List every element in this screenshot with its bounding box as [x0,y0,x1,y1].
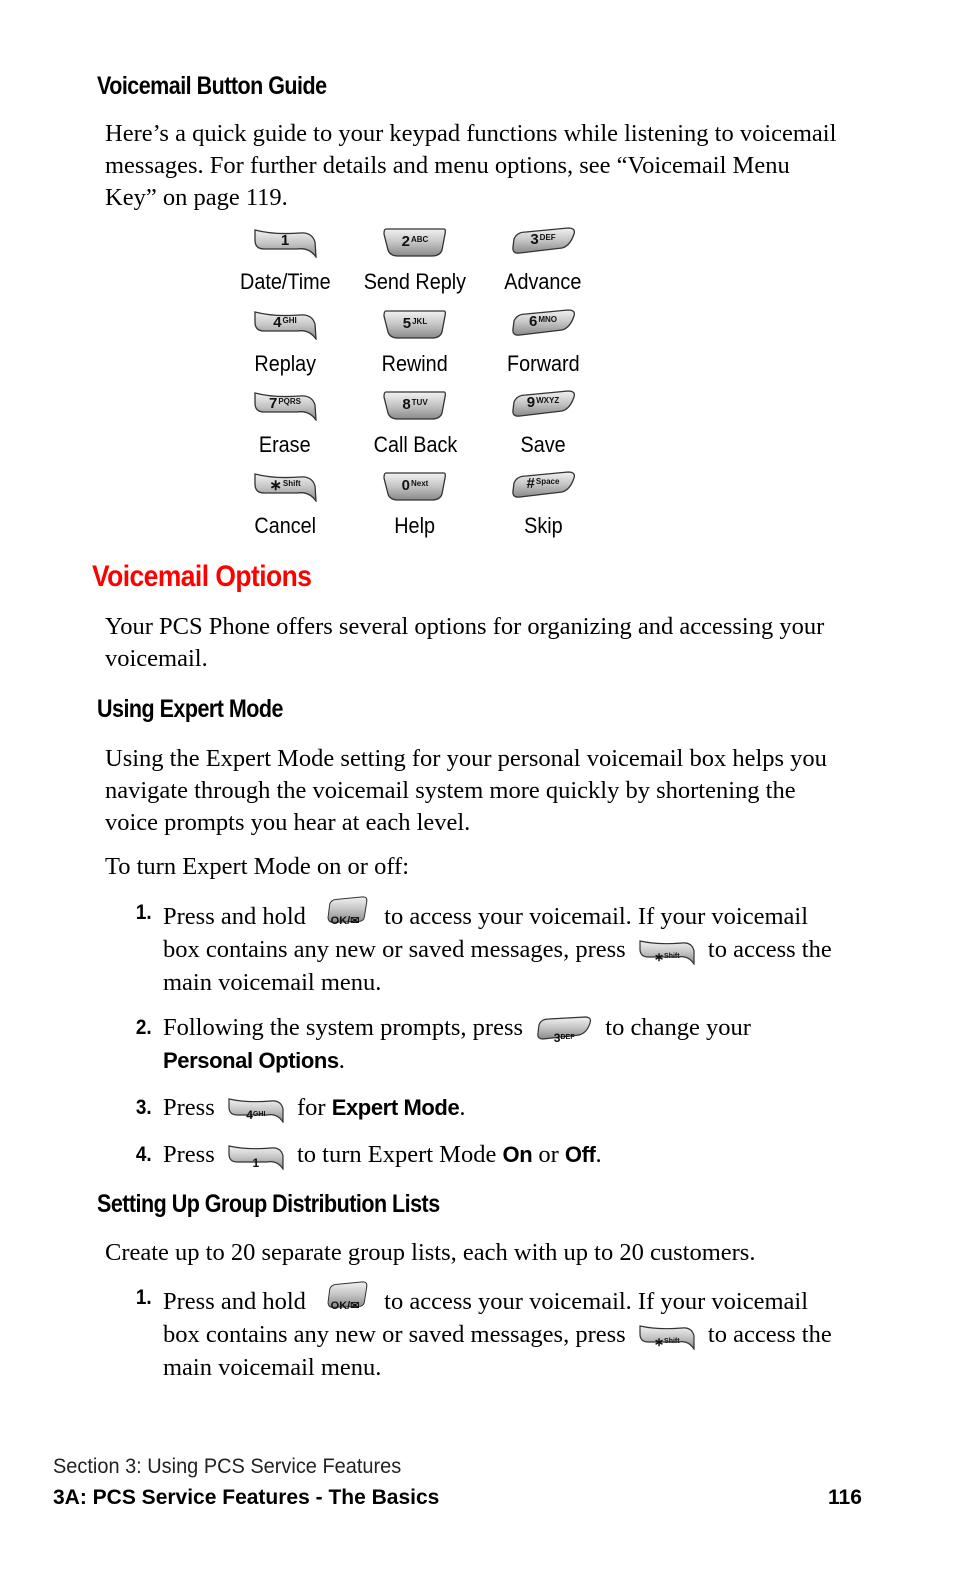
key-1-icon: 1 [227,1142,285,1170]
keypad-label: Help [394,513,436,538]
keypad-label: Erase [259,432,311,457]
expert-mode-intro: Using the Expert Mode setting for your p… [105,745,827,836]
keypad-entry: #Space Skip [478,470,608,539]
keypad-label: Replay [254,351,316,376]
keypad-entry: 6MNO Forward [478,308,608,377]
step-text: Press [163,1141,215,1168]
step-item: 1. Press and hold OK/✉ to access your vo… [135,896,835,999]
step-number: 1. [135,901,152,924]
keypad-entry: 5JKL Rewind [350,308,480,377]
step-bold-on: On [502,1142,533,1167]
step-number: 2. [135,1016,152,1039]
step-text: for [296,1094,326,1121]
keypad-entry: 8TUV Call Back [350,389,480,458]
key-shift-icon: ∗Shift [252,470,318,502]
group-lists-intro: Create up to 20 separate group lists, ea… [105,1239,756,1266]
key-abc-icon: 2ABC [382,226,448,258]
step-text: to turn Expert Mode [296,1141,497,1168]
ok-key-icon: OK/✉ [318,1281,372,1315]
group-lists-steps: 1. Press and hold OK/✉ to access your vo… [135,1281,835,1398]
step-item: 3. Press 4GHI for Expert Mode. [135,1091,835,1124]
key-pqrs-icon: 7PQRS [252,389,318,421]
expert-mode-lead: To turn Expert Mode on or off: [105,853,410,880]
key-wxyz-icon: 9WXYZ [510,389,576,421]
footer-section: Section 3: Using PCS Service Features [53,1455,402,1478]
keypad-label: Date/Time [239,269,331,294]
step-number: 4. [135,1143,152,1166]
step-text: to change your [605,1014,751,1041]
key-3-icon: 3DEF [535,1015,593,1045]
keypad-label: Rewind [381,351,449,376]
keypad-label: Cancel [254,513,316,538]
step-text: Press and hold [163,903,306,930]
keypad-label: Save [520,432,566,457]
step-text: Press and hold [163,1288,306,1315]
key-ghi-icon: 4GHI [252,308,318,340]
keypad-label: Advance [504,269,582,294]
step-item: 2. Following the system prompts, press 3… [135,1011,835,1077]
key-tuv-icon: 8TUV [382,389,448,421]
footer-chapter: 3A: PCS Service Features - The Basics [53,1486,440,1509]
step-item: 4. Press 1 to turn Expert Mode On or Off… [135,1138,835,1171]
keypad-entry: ∗Shift Cancel [220,470,350,539]
star-shift-key-icon: ∗Shift [638,937,696,965]
key-mno-icon: 6MNO [510,308,576,340]
keypad-entry: 1 Date/Time [220,226,350,295]
section-heading-button-guide: Voicemail Button Guide [97,72,327,100]
keypad-label: Forward [506,351,580,376]
section-heading-voicemail-options: Voicemail Options [92,560,312,593]
keypad-entry: 9WXYZ Save [478,389,608,458]
step-bold-off: Off [564,1142,596,1167]
step-bold-text: Personal Options [163,1048,339,1073]
step-number: 1. [135,1286,152,1309]
keypad-entry: 0Next Help [350,470,480,539]
keypad-label: Skip [523,513,563,538]
step-bold-text: Expert Mode [331,1095,460,1120]
step-text: Press [163,1094,215,1121]
section-heading-group-lists: Setting Up Group Distribution Lists [97,1190,440,1218]
button-guide-intro: Here’s a quick guide to your keypad func… [105,120,837,211]
voicemail-options-intro: Your PCS Phone offers several options fo… [105,613,825,672]
keypad-label: Call Back [373,432,457,457]
step-number: 3. [135,1096,152,1119]
key-jkl-icon: 5JKL [382,308,448,340]
keypad-entry: 2ABC Send Reply [350,226,480,295]
ok-key-icon: OK/✉ [318,896,372,930]
key-1-icon: 1 [252,226,318,258]
step-text: Following the system prompts, press [163,1014,524,1041]
key-def-icon: 3DEF [510,226,576,258]
section-heading-expert-mode: Using Expert Mode [97,695,283,723]
expert-mode-steps: 1. Press and hold OK/✉ to access your vo… [135,896,835,1185]
star-shift-key-icon: ∗Shift [638,1322,696,1350]
page-number: 116 [828,1486,862,1509]
key-space-icon: #Space [510,470,576,502]
keypad-entry: 3DEF Advance [478,226,608,295]
key-4-icon: 4GHI [227,1095,285,1123]
key-next-icon: 0Next [382,470,448,502]
keypad-entry: 7PQRS Erase [220,389,350,458]
keypad-entry: 4GHI Replay [220,308,350,377]
keypad-label: Send Reply [363,269,467,294]
step-item: 1. Press and hold OK/✉ to access your vo… [135,1281,835,1384]
